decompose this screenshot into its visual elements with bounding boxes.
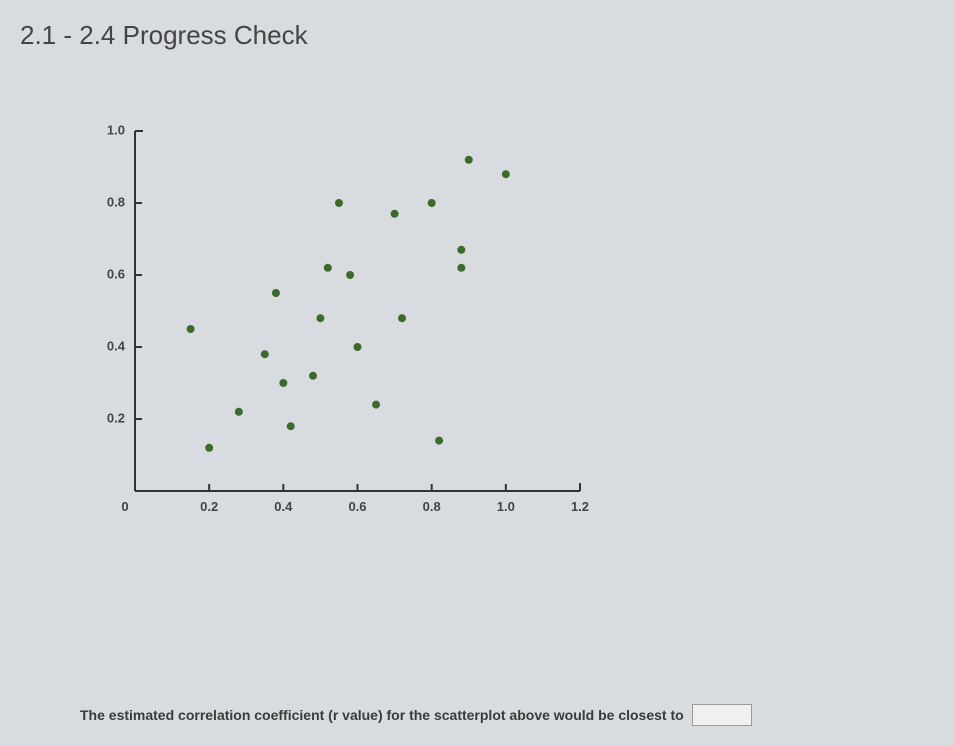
page-title: 2.1 - 2.4 Progress Check xyxy=(0,0,954,61)
data-point xyxy=(316,314,324,322)
data-point xyxy=(346,271,354,279)
data-point xyxy=(279,379,287,387)
x-tick-label: 1.2 xyxy=(571,499,589,514)
data-point xyxy=(372,401,380,409)
answer-input[interactable] xyxy=(692,704,752,726)
y-tick-label: 0.6 xyxy=(107,266,125,281)
data-point xyxy=(391,210,399,218)
y-tick-label: 0.8 xyxy=(107,194,125,209)
data-point xyxy=(502,170,510,178)
question-text: The estimated correlation coefficient (r… xyxy=(80,707,684,723)
y-tick-label: 0.4 xyxy=(107,338,126,353)
y-tick-label: 0.2 xyxy=(107,410,125,425)
data-point xyxy=(324,264,332,272)
data-point xyxy=(354,343,362,351)
data-point xyxy=(187,325,195,333)
data-point xyxy=(435,437,443,445)
x-tick-label: 0.2 xyxy=(200,499,218,514)
data-point xyxy=(457,246,465,254)
scatter-svg: 0 0.2 0.4 0.6 0.8 1.0 1.2 0.2 0.4 0.6 0.8 1.0 xyxy=(80,121,600,541)
data-point xyxy=(272,289,280,297)
data-point xyxy=(465,156,473,164)
data-point xyxy=(398,314,406,322)
data-point xyxy=(235,408,243,416)
data-point xyxy=(428,199,436,207)
y-tick-label: 1.0 xyxy=(107,122,125,137)
data-point xyxy=(457,264,465,272)
x-tick-label: 0.8 xyxy=(423,499,441,514)
x-tick-label: 0 xyxy=(121,499,128,514)
x-tick-label: 1.0 xyxy=(497,499,515,514)
data-point xyxy=(287,422,295,430)
data-point xyxy=(261,350,269,358)
x-tick-label: 0.6 xyxy=(348,499,366,514)
data-point xyxy=(309,372,317,380)
scatter-chart: 0 0.2 0.4 0.6 0.8 1.0 1.2 0.2 0.4 0.6 0.8 1.0 xyxy=(80,121,600,541)
data-point xyxy=(205,444,213,452)
data-point xyxy=(335,199,343,207)
x-tick-label: 0.4 xyxy=(274,499,293,514)
question-row: The estimated correlation coefficient (r… xyxy=(0,704,954,726)
